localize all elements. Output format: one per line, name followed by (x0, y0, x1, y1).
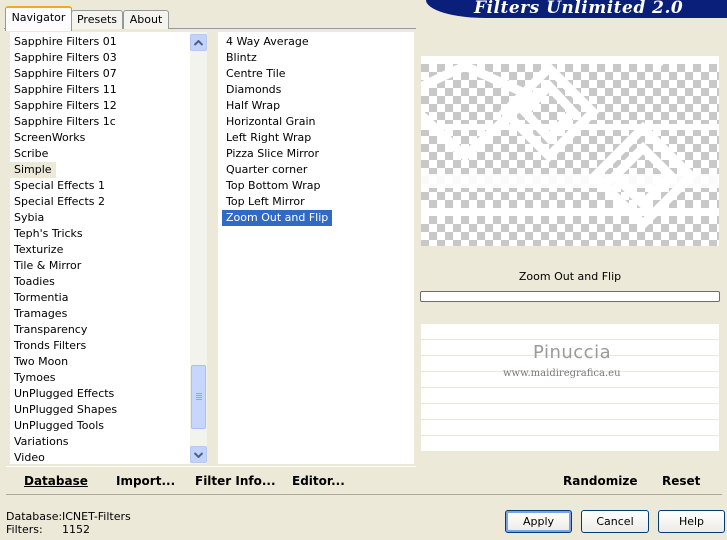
help-button[interactable]: Help (658, 510, 725, 533)
reset-button[interactable]: Reset (662, 474, 700, 488)
tab-presets[interactable]: Presets (71, 10, 123, 29)
category-item[interactable]: Video (10, 450, 190, 466)
category-item[interactable]: Scribe (10, 146, 190, 162)
filter-item[interactable]: Half Wrap (222, 98, 414, 114)
filter-list[interactable]: 4 Way Average Blintz Centre Tile Diamonds Ha… (218, 32, 414, 464)
category-item[interactable]: Sapphire Filters 12 (10, 98, 190, 114)
category-item[interactable]: Special Effects 2 (10, 194, 190, 210)
filter-item[interactable]: 4 Way Average (222, 34, 414, 50)
scroll-thumb[interactable] (191, 365, 206, 429)
category-item[interactable]: Tronds Filters (10, 338, 190, 354)
category-item[interactable]: Variations (10, 434, 190, 450)
category-item[interactable]: Simple (10, 162, 56, 178)
category-item[interactable]: Two Moon (10, 354, 190, 370)
progress-bar (420, 291, 720, 302)
category-item[interactable]: Transparency (10, 322, 190, 338)
scroll-up-button[interactable] (190, 34, 207, 51)
chevron-up-icon (194, 39, 203, 46)
cancel-button[interactable]: Cancel (581, 510, 649, 533)
category-item[interactable]: Toadies (10, 274, 190, 290)
watermark-site: www.maidiregrafica.eu (503, 368, 621, 379)
status-database-label: Database: (6, 510, 63, 523)
status-filters-value: 1152 (62, 523, 90, 536)
category-item[interactable]: Special Effects 1 (10, 178, 190, 194)
category-item[interactable]: Tymoes (10, 370, 190, 386)
database-button[interactable]: Database (24, 474, 88, 488)
banner-title: Filters Unlimited 2.0 (474, 0, 684, 18)
randomize-button[interactable]: Randomize (563, 474, 637, 488)
scroll-down-button[interactable] (190, 446, 207, 463)
status-database-value: ICNET-Filters (62, 510, 131, 523)
filter-item[interactable]: Top Left Mirror (222, 194, 414, 210)
title-banner: Filters Unlimited 2.0 (426, 0, 727, 18)
parameter-slot (421, 404, 719, 419)
category-item[interactable]: Teph's Tricks (10, 226, 190, 242)
category-item[interactable]: Sapphire Filters 07 (10, 66, 190, 82)
filter-preview-image (421, 56, 719, 246)
preview-caption: Zoom Out and Flip (518, 270, 622, 283)
category-item[interactable]: Tile & Mirror (10, 258, 190, 274)
category-item[interactable]: Texturize (10, 242, 190, 258)
filter-item[interactable]: Quarter corner (222, 162, 414, 178)
filter-info-button[interactable]: Filter Info... (195, 474, 276, 488)
preview-pattern (421, 56, 719, 231)
watermark-name: Pinuccia (533, 342, 612, 363)
editor-button[interactable]: Editor... (292, 474, 345, 488)
parameter-slot (421, 420, 719, 435)
import-button[interactable]: Import... (116, 474, 175, 488)
tab-about[interactable]: About (123, 10, 169, 29)
category-scrollbar[interactable] (190, 32, 207, 464)
filter-item[interactable]: Blintz (222, 50, 414, 66)
filter-item[interactable]: Top Bottom Wrap (222, 178, 414, 194)
filter-item[interactable]: Zoom Out and Flip (222, 210, 333, 226)
category-item[interactable]: Sapphire Filters 03 (10, 50, 190, 66)
parameter-slot (421, 436, 719, 451)
category-item[interactable]: Sapphire Filters 1c (10, 114, 190, 130)
filter-item[interactable]: Pizza Slice Mirror (222, 146, 414, 162)
category-list[interactable]: Sapphire Filters 01 Sapphire Filters 03 Sa… (10, 32, 190, 464)
category-item[interactable]: ScreenWorks (10, 130, 190, 146)
divider (6, 466, 416, 467)
category-item[interactable]: Sybia (10, 210, 190, 226)
divider (6, 494, 722, 495)
category-item[interactable]: Sapphire Filters 11 (10, 82, 190, 98)
apply-button[interactable]: Apply (505, 510, 572, 533)
filter-item[interactable]: Left Right Wrap (222, 130, 414, 146)
tab-navigator[interactable]: Navigator (5, 6, 72, 31)
category-item[interactable]: Sapphire Filters 01 (10, 34, 190, 50)
category-item[interactable]: UnPlugged Effects (10, 386, 190, 402)
category-item[interactable]: Tramages (10, 306, 190, 322)
parameter-slot (421, 388, 719, 403)
category-item[interactable]: UnPlugged Tools (10, 418, 190, 434)
category-item[interactable]: Tormentia (10, 290, 190, 306)
parameter-slot (421, 324, 719, 339)
filter-item[interactable]: Centre Tile (222, 66, 414, 82)
filter-item[interactable]: Horizontal Grain (222, 114, 414, 130)
category-item[interactable]: UnPlugged Shapes (10, 402, 190, 418)
filter-item[interactable]: Diamonds (222, 82, 414, 98)
chevron-down-icon (194, 451, 203, 458)
status-filters-label: Filters: (6, 523, 43, 536)
